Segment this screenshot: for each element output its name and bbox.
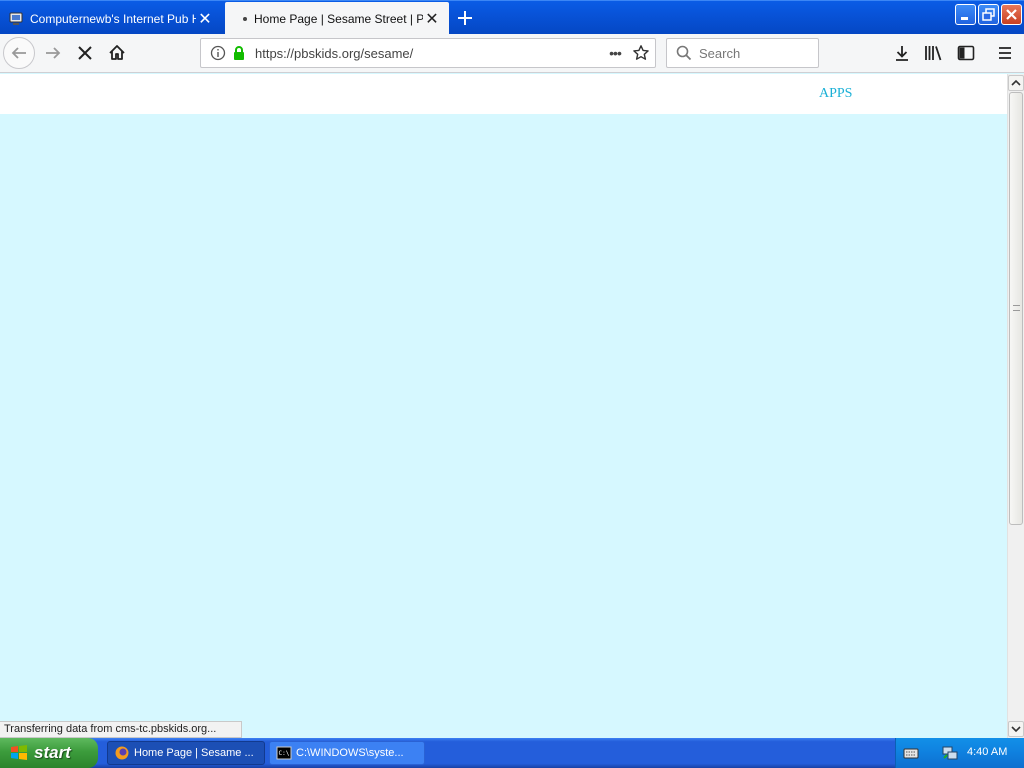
close-window-button[interactable] bbox=[1001, 4, 1022, 25]
sidebar-button[interactable] bbox=[952, 39, 980, 67]
tab-computernewb[interactable]: Computernewb's Internet Pub Hub ✕ bbox=[0, 2, 222, 35]
tab-strip: Computernewb's Internet Pub Hub ✕ Home P… bbox=[0, 0, 1024, 35]
sidebar-icon bbox=[957, 45, 975, 61]
minimize-icon bbox=[961, 17, 968, 20]
new-tab-button[interactable] bbox=[454, 7, 476, 29]
chevron-up-icon bbox=[1011, 79, 1021, 86]
network-icon[interactable] bbox=[941, 744, 959, 762]
stop-button[interactable] bbox=[69, 37, 101, 69]
home-icon bbox=[109, 45, 125, 60]
computer-icon bbox=[8, 11, 24, 27]
taskbar-item-cmd[interactable]: C:\ C:\WINDOWS\syste... bbox=[269, 741, 425, 765]
site-header: APPS bbox=[0, 74, 1007, 114]
scroll-up-button[interactable] bbox=[1008, 75, 1024, 91]
scroll-down-button[interactable] bbox=[1008, 721, 1024, 737]
vertical-scrollbar[interactable] bbox=[1007, 74, 1024, 738]
clock: 4:40 AM bbox=[967, 746, 1008, 758]
address-bar[interactable]: https://pbskids.org/sesame/ ••• bbox=[200, 38, 656, 68]
download-icon bbox=[896, 46, 908, 61]
taskbar: start Home Page | Sesame ... C:\ C:\WIND… bbox=[0, 738, 1024, 768]
search-icon bbox=[675, 44, 693, 62]
hamburger-icon bbox=[999, 47, 1011, 59]
search-input[interactable] bbox=[699, 45, 809, 61]
tab-title: Home Page | Sesame Street | PBS bbox=[254, 11, 423, 26]
windows-logo-icon bbox=[8, 742, 30, 764]
start-label: start bbox=[34, 743, 71, 762]
loading-dot-icon bbox=[243, 16, 247, 21]
close-icon bbox=[1006, 9, 1017, 20]
home-button[interactable] bbox=[101, 37, 133, 69]
close-icon[interactable]: ✕ bbox=[423, 10, 441, 28]
taskbar-item-firefox[interactable]: Home Page | Sesame ... bbox=[107, 741, 265, 765]
back-button[interactable] bbox=[3, 37, 35, 69]
menu-button[interactable] bbox=[991, 39, 1019, 67]
keyboard-icon[interactable] bbox=[903, 745, 919, 761]
taskbar-item-label: C:\WINDOWS\syste... bbox=[296, 747, 404, 759]
status-bar: Transferring data from cms-tc.pbskids.or… bbox=[0, 721, 242, 738]
command-prompt-icon: C:\ bbox=[276, 745, 292, 761]
scroll-thumb[interactable] bbox=[1009, 92, 1023, 525]
lock-icon[interactable] bbox=[231, 45, 247, 61]
chevron-down-icon bbox=[1011, 726, 1021, 733]
forward-arrow-icon bbox=[46, 47, 61, 59]
url-text[interactable]: https://pbskids.org/sesame/ bbox=[255, 46, 603, 61]
taskbar-item-label: Home Page | Sesame ... bbox=[134, 747, 254, 759]
info-icon[interactable] bbox=[209, 44, 227, 62]
tab-title: Computernewb's Internet Pub Hub bbox=[30, 11, 196, 26]
library-icon bbox=[925, 46, 942, 61]
svg-text:C:\: C:\ bbox=[279, 750, 290, 757]
page-content: APPS bbox=[0, 74, 1007, 738]
forward-button[interactable] bbox=[37, 37, 69, 69]
system-tray: 4:40 AM bbox=[895, 738, 1024, 768]
start-button[interactable]: start bbox=[0, 738, 98, 768]
ellipsis-icon[interactable]: ••• bbox=[603, 45, 627, 61]
close-icon[interactable]: ✕ bbox=[196, 10, 214, 28]
apps-link[interactable]: APPS bbox=[819, 86, 852, 102]
tab-sesame-street[interactable]: Home Page | Sesame Street | PBS ✕ bbox=[225, 2, 449, 35]
restore-icon bbox=[982, 8, 995, 21]
star-icon[interactable] bbox=[627, 44, 655, 62]
firefox-icon bbox=[114, 745, 130, 761]
restore-button[interactable] bbox=[978, 4, 999, 25]
search-box[interactable] bbox=[666, 38, 819, 68]
downloads-button[interactable] bbox=[888, 39, 916, 67]
library-button[interactable] bbox=[920, 39, 948, 67]
plus-icon bbox=[458, 11, 472, 25]
minimize-button[interactable] bbox=[955, 4, 976, 25]
back-arrow-icon bbox=[11, 47, 26, 59]
stop-icon bbox=[78, 46, 92, 60]
navigation-toolbar: https://pbskids.org/sesame/ ••• bbox=[0, 34, 1024, 73]
